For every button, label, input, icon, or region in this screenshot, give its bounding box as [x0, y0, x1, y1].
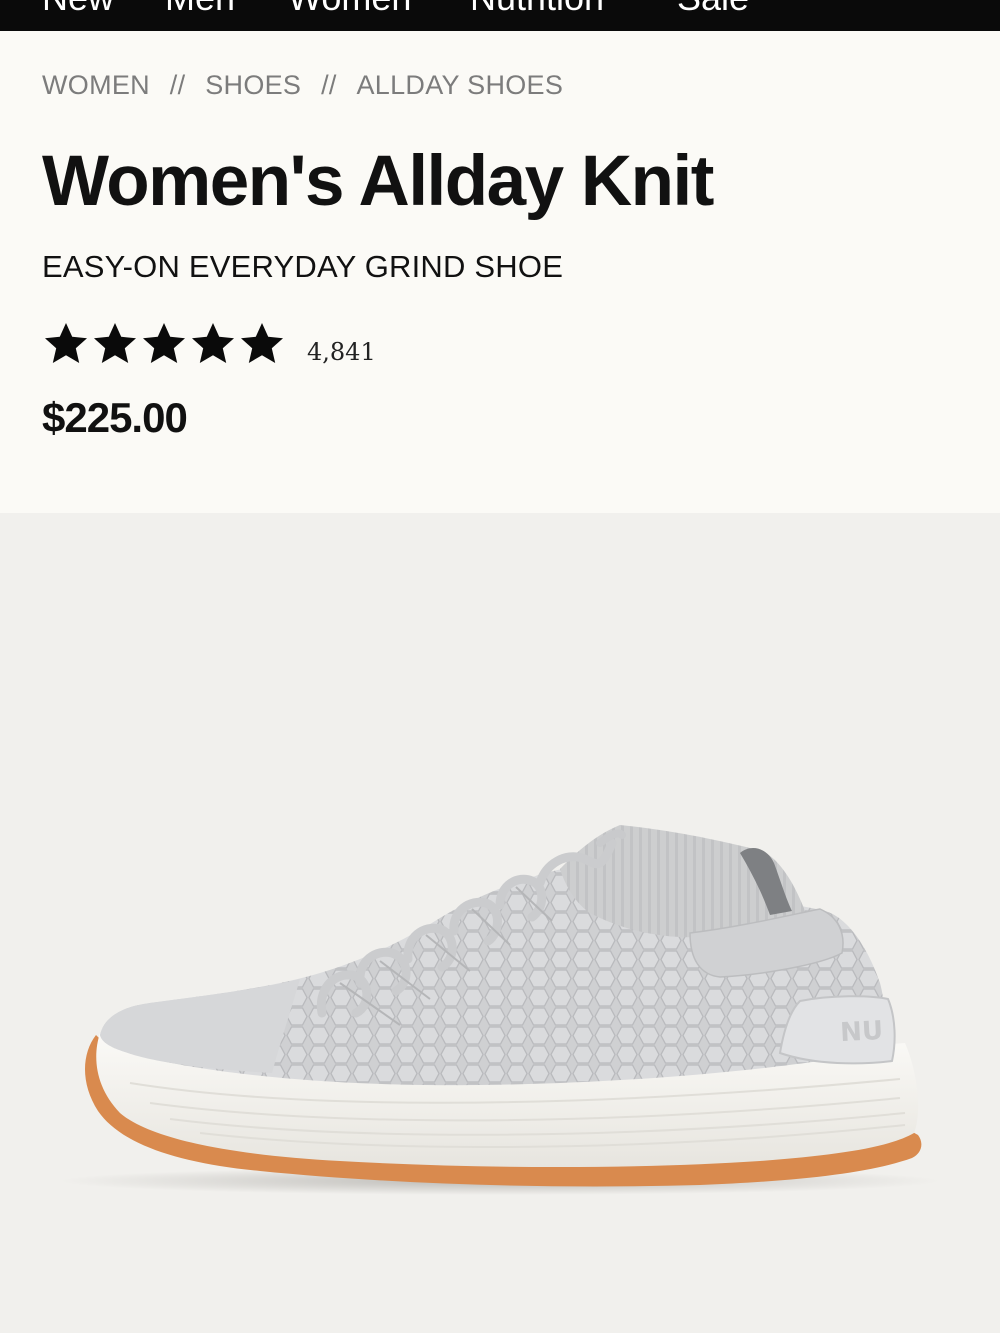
heel-tab-text: NU — [839, 1016, 883, 1048]
breadcrumb-item-allday-shoes[interactable]: ALLDAY SHOES — [356, 70, 563, 101]
nav-item-new[interactable]: New — [42, 0, 114, 20]
product-price: $225.00 — [42, 394, 188, 441]
top-nav: New Men Women Nutrition Sale — [0, 0, 1000, 31]
sneaker-image: NU — [60, 825, 940, 1195]
nav-item-sale[interactable]: Sale — [677, 0, 749, 20]
product-subtitle: EASY-ON EVERYDAY GRIND SHOE — [42, 249, 564, 284]
breadcrumb-separator: // — [321, 70, 337, 100]
star-icon — [192, 323, 234, 363]
breadcrumb: WOMEN // SHOES // ALLDAY SHOES — [42, 70, 563, 101]
star-icon — [94, 323, 136, 363]
product-image-gallery[interactable]: NU — [0, 513, 1000, 1333]
product-info: WOMEN // SHOES // ALLDAY SHOES Women's A… — [0, 31, 1000, 513]
star-icon — [241, 323, 283, 363]
breadcrumb-item-shoes[interactable]: SHOES — [205, 70, 301, 101]
breadcrumb-separator: // — [169, 70, 186, 100]
nav-item-nutrition[interactable]: Nutrition — [470, 0, 604, 20]
review-count[interactable]: 4,841 — [307, 338, 376, 366]
nav-item-women[interactable]: Women — [288, 0, 411, 20]
star-icon — [143, 323, 185, 363]
star-icon — [45, 323, 87, 363]
star-rating — [42, 320, 286, 372]
breadcrumb-item-women[interactable]: WOMEN — [42, 70, 150, 101]
page-title: Women's Allday Knit — [42, 142, 714, 221]
nav-item-men[interactable]: Men — [165, 0, 235, 20]
